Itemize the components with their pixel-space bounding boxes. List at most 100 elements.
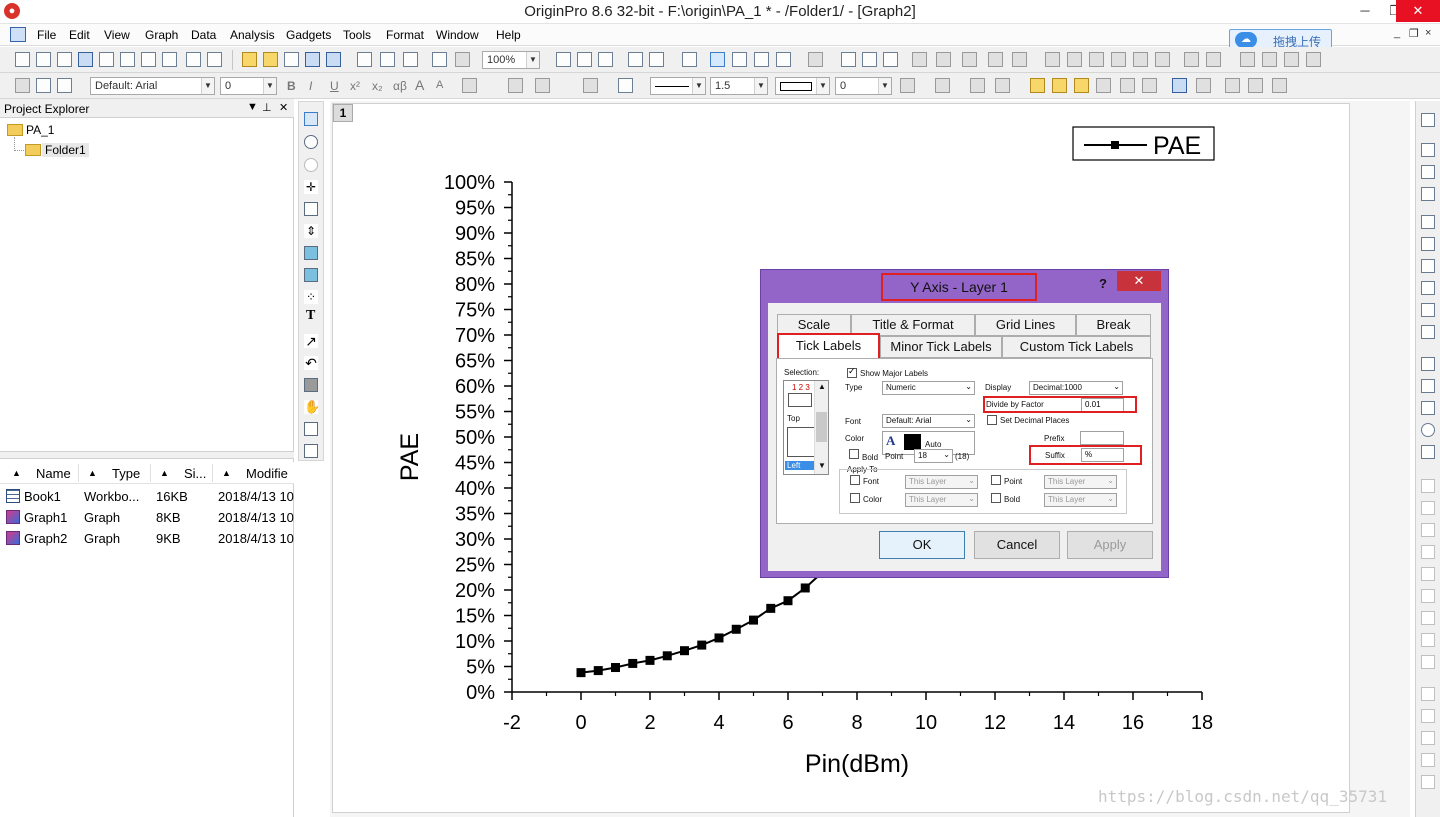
previous-icon[interactable] xyxy=(1262,52,1277,67)
set-decimal-checkbox[interactable] xyxy=(987,415,997,425)
font-select[interactable]: Default: Arial ▼ xyxy=(90,77,215,95)
add-legend-icon[interactable] xyxy=(1421,357,1435,371)
last-icon[interactable] xyxy=(1306,52,1321,67)
mdi-minimize-button[interactable]: _ xyxy=(1394,27,1400,39)
project-explorer-icon[interactable] xyxy=(682,52,697,67)
border-style-select[interactable]: ▼ xyxy=(775,77,830,95)
add-table-icon[interactable] xyxy=(1421,445,1435,459)
new-layout-icon[interactable] xyxy=(141,52,156,67)
new-project-icon[interactable] xyxy=(15,52,30,67)
crosshair-icon[interactable]: ✛ xyxy=(304,180,318,194)
menu-tools[interactable]: Tools xyxy=(343,28,371,42)
zoom-select[interactable]: 100% ▼ xyxy=(482,51,540,69)
fit-page-icon[interactable] xyxy=(1421,325,1435,339)
export-graph-icon[interactable] xyxy=(598,52,613,67)
show-major-labels-checkbox[interactable] xyxy=(847,366,857,378)
align-center-icon[interactable] xyxy=(1421,567,1435,581)
import-multiple-icon[interactable] xyxy=(380,52,395,67)
add-top-x-icon[interactable] xyxy=(1421,237,1435,251)
minimize-button[interactable]: ─ xyxy=(1350,0,1380,22)
forward-icon[interactable] xyxy=(1120,78,1135,93)
subscript-button[interactable]: x₂ xyxy=(372,79,383,93)
rectangle-tool-icon[interactable] xyxy=(304,378,318,392)
set-xy-icon[interactable] xyxy=(936,52,951,67)
same-size-icon[interactable] xyxy=(1421,655,1435,669)
new-excel-icon[interactable] xyxy=(57,52,72,67)
script-window-icon[interactable] xyxy=(628,52,643,67)
symbol-shape-icon[interactable] xyxy=(935,78,950,93)
greek-button[interactable]: αβ xyxy=(393,79,407,93)
rotation-select[interactable]: 0 ▼ xyxy=(835,77,892,95)
menu-graph[interactable]: Graph xyxy=(145,28,178,42)
line-style-select[interactable]: ▼ xyxy=(650,77,706,95)
special-char-icon[interactable] xyxy=(508,78,523,93)
save-icon[interactable] xyxy=(305,52,320,67)
data-tool-icon[interactable] xyxy=(304,422,318,436)
plot-bar-icon[interactable] xyxy=(988,52,1003,67)
add-layer-icon[interactable] xyxy=(1421,143,1435,157)
font-size-select[interactable]: 0 ▼ xyxy=(220,77,277,95)
plot-box-icon[interactable] xyxy=(1012,52,1027,67)
new-script-icon[interactable] xyxy=(186,52,201,67)
send-front-icon[interactable] xyxy=(1421,731,1435,745)
add-bottom-x-icon[interactable] xyxy=(1421,215,1435,229)
plot-column-icon[interactable] xyxy=(962,52,977,67)
menu-file[interactable]: File xyxy=(37,28,56,42)
axis-selection-list[interactable]: 1 2 3 Top Left ▲ ▼ xyxy=(783,380,829,475)
list-scrollbar[interactable]: ▲ ▼ xyxy=(814,381,828,474)
layer-4-icon[interactable] xyxy=(1421,187,1435,201)
align-middle-icon[interactable] xyxy=(1421,589,1435,603)
data-selector-icon[interactable] xyxy=(304,246,318,260)
command-window-icon[interactable] xyxy=(649,52,664,67)
font-color-icon[interactable] xyxy=(535,78,550,93)
tab-custom-tick-labels[interactable]: Custom Tick Labels xyxy=(1002,336,1151,358)
set-z-icon[interactable] xyxy=(1089,52,1104,67)
superscript-button[interactable]: x² xyxy=(350,79,360,93)
new-graph-icon[interactable] xyxy=(78,52,93,67)
statistics-icon[interactable] xyxy=(841,52,856,67)
selection-left[interactable]: Left xyxy=(785,461,816,470)
prefix-input[interactable] xyxy=(1080,431,1124,445)
messages-log-icon[interactable] xyxy=(732,52,747,67)
copy-icon[interactable] xyxy=(36,78,51,93)
ungroup-objects-icon[interactable] xyxy=(1421,709,1435,723)
set-y-icon[interactable] xyxy=(1067,52,1082,67)
mask-icon[interactable]: ⁘ xyxy=(304,290,318,304)
tab-grid-lines[interactable]: Grid Lines xyxy=(975,314,1076,336)
underline-button[interactable]: U xyxy=(330,79,339,93)
add-color-scale-icon[interactable] xyxy=(1421,379,1435,393)
cut-icon[interactable] xyxy=(15,78,30,93)
ok-button[interactable]: OK xyxy=(879,531,965,559)
apply-bold-checkbox[interactable] xyxy=(991,493,1001,503)
explorer-splitter[interactable] xyxy=(0,451,294,459)
front-icon[interactable] xyxy=(1074,78,1089,93)
set-group-icon[interactable] xyxy=(1184,52,1199,67)
new-matrix-icon[interactable] xyxy=(99,52,114,67)
same-width-icon[interactable] xyxy=(1421,611,1435,625)
timestamp-icon[interactable] xyxy=(1421,423,1435,437)
zoom-in-icon[interactable] xyxy=(304,135,318,149)
mdi-restore-button[interactable]: ❐ xyxy=(1409,27,1419,40)
mdi-close-button[interactable]: × xyxy=(1425,27,1431,39)
close-button[interactable]: ✕ xyxy=(1396,0,1440,22)
screen-reader-icon[interactable] xyxy=(304,202,318,216)
add-app-icon[interactable] xyxy=(776,52,791,67)
rescale-icon[interactable] xyxy=(1421,113,1435,127)
apply-font-checkbox[interactable] xyxy=(850,475,860,485)
save-template-icon[interactable] xyxy=(326,52,341,67)
dialog-title-bar[interactable]: Y Axis - Layer 1 ? ✕ xyxy=(761,270,1168,303)
curved-arrow-icon[interactable]: ↶ xyxy=(304,356,318,370)
apply-button[interactable]: Apply xyxy=(1067,531,1153,559)
new-function-icon[interactable] xyxy=(120,52,135,67)
merge-icon[interactable] xyxy=(1172,78,1187,93)
tree-root[interactable]: PA_1 xyxy=(26,123,54,137)
paste-icon[interactable] xyxy=(57,78,72,93)
tree-folder1[interactable]: Folder1 xyxy=(42,143,89,157)
recalculate-icon[interactable] xyxy=(455,52,470,67)
set-column-values-icon[interactable] xyxy=(912,52,927,67)
first-icon[interactable] xyxy=(1240,52,1255,67)
pointer-icon[interactable] xyxy=(304,112,318,126)
symbol-fill-icon[interactable] xyxy=(970,78,985,93)
fill-column-icon[interactable] xyxy=(883,52,898,67)
group-objects-icon[interactable] xyxy=(1421,687,1435,701)
